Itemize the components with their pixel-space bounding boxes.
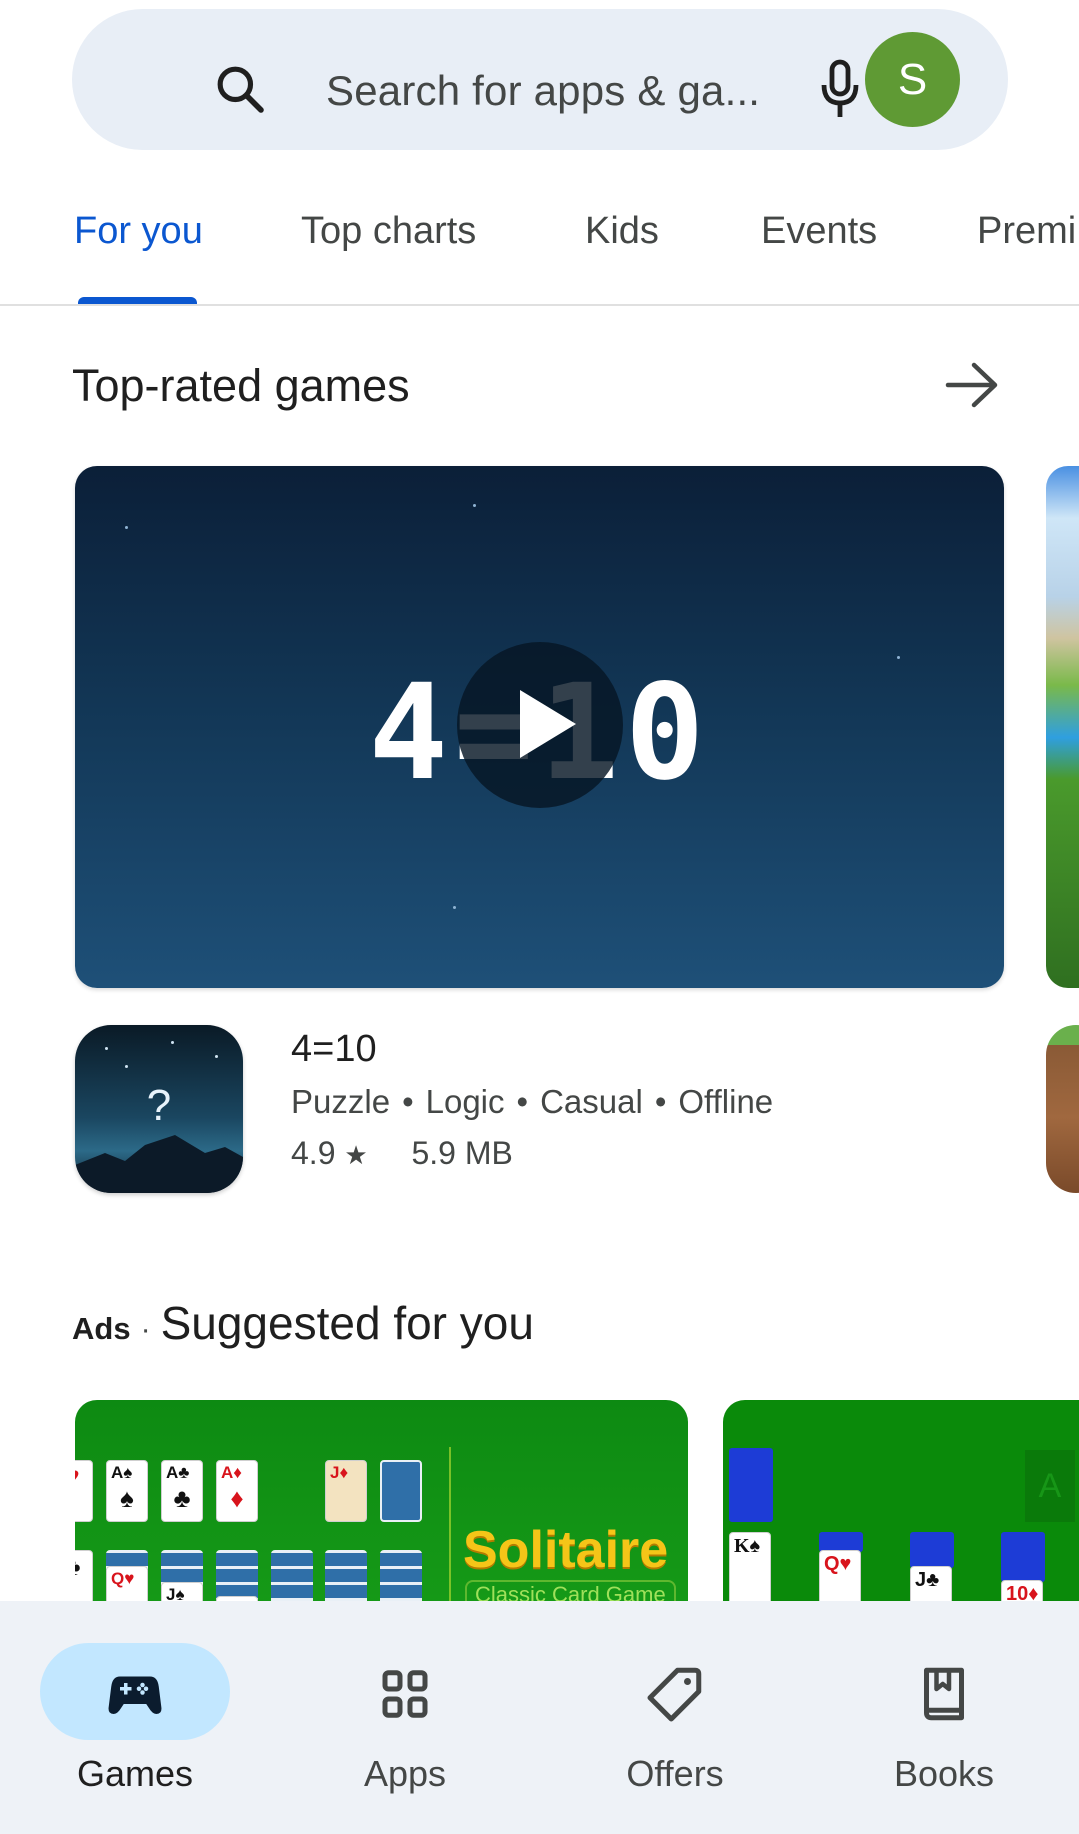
nav-offers[interactable]: Offers [540,1601,810,1834]
nav-label: Games [76,1753,194,1794]
next-app-icon[interactable] [1046,1025,1079,1193]
tag-separator: • [402,1083,414,1120]
app-tag: Casual [540,1083,643,1120]
play-icon[interactable] [520,690,576,758]
card-back [819,1532,863,1552]
tabs-divider [0,304,1079,306]
playing-card: A♣ ♣ [161,1460,203,1522]
playing-card: A♦ ♦ [216,1460,258,1522]
app-size: 5.9 MB [411,1135,513,1171]
next-featured-card[interactable] [1046,466,1079,988]
nav-books[interactable]: Books [809,1601,1079,1834]
star-decoration [453,906,456,909]
app-tag: Offline [678,1083,774,1120]
card-back [729,1448,773,1522]
app-icon[interactable]: ? [75,1025,243,1193]
search-input[interactable]: Search for apps & ga... [326,67,760,115]
foundation-placeholder: A [1025,1450,1075,1522]
featured-video-card[interactable]: 4=10 [75,466,1004,988]
playing-card: ♥ [75,1460,93,1522]
star-decoration [473,504,476,507]
app-icon-glyph: ? [146,1081,172,1130]
app-tags: Puzzle • Logic • Casual • Offline [291,1083,773,1121]
apps-grid-icon [382,1670,428,1718]
star-decoration [105,1047,108,1050]
mountains-icon [75,1135,243,1193]
tag-icon [647,1667,702,1722]
tag-separator: • [654,1083,667,1120]
ads-separator: · [140,1313,151,1346]
card-back [910,1532,954,1568]
book-icon [924,1667,964,1721]
category-tabs: For you Top charts Kids Events Premi [0,200,1079,306]
ads-section-header: Ads · Suggested for you [72,1296,534,1350]
ad-brand-text: Solitaire [463,1521,669,1579]
bottom-navigation: Games Apps Offers Books [0,1601,1079,1834]
tag-separator: • [516,1083,529,1120]
tab-premium[interactable]: Premi [977,210,1076,253]
nav-label: Books [893,1753,995,1794]
star-decoration [125,526,128,529]
section-title-suggested: Suggested for you [160,1297,534,1349]
playing-card: K♠ [729,1532,771,1612]
ads-label: Ads [72,1311,131,1346]
app-rating: 4.9 [291,1135,336,1171]
app-tag: Puzzle [291,1083,391,1120]
star-decoration [125,1065,128,1068]
tab-kids[interactable]: Kids [585,210,659,253]
gamepad-icon [108,1676,162,1714]
section-title-top-rated: Top-rated games [72,360,410,411]
playing-card: A♠ ♠ [106,1460,148,1522]
arrow-right-icon[interactable] [944,360,1000,410]
tab-top-charts[interactable]: Top charts [301,210,476,253]
star-decoration [171,1041,174,1044]
app-tag: Logic [425,1083,505,1120]
star-decoration [215,1055,218,1058]
search-icon[interactable] [212,61,268,117]
tab-events[interactable]: Events [761,210,877,253]
nav-apps[interactable]: Apps [270,1601,540,1834]
app-name[interactable]: 4=10 [291,1028,377,1071]
nav-label: Offers [626,1753,724,1794]
playing-card: J♦ [325,1460,367,1522]
nav-label: Apps [363,1753,447,1794]
star-icon: ★ [344,1140,368,1170]
tab-for-you[interactable]: For you [74,210,203,253]
microphone-icon[interactable] [818,59,862,119]
card-back [380,1460,422,1522]
nav-games[interactable]: Games [0,1601,270,1834]
card-back [1001,1532,1045,1582]
account-avatar[interactable]: S [865,32,960,127]
app-meta: 4.9 ★ 5.9 MB [291,1135,513,1172]
